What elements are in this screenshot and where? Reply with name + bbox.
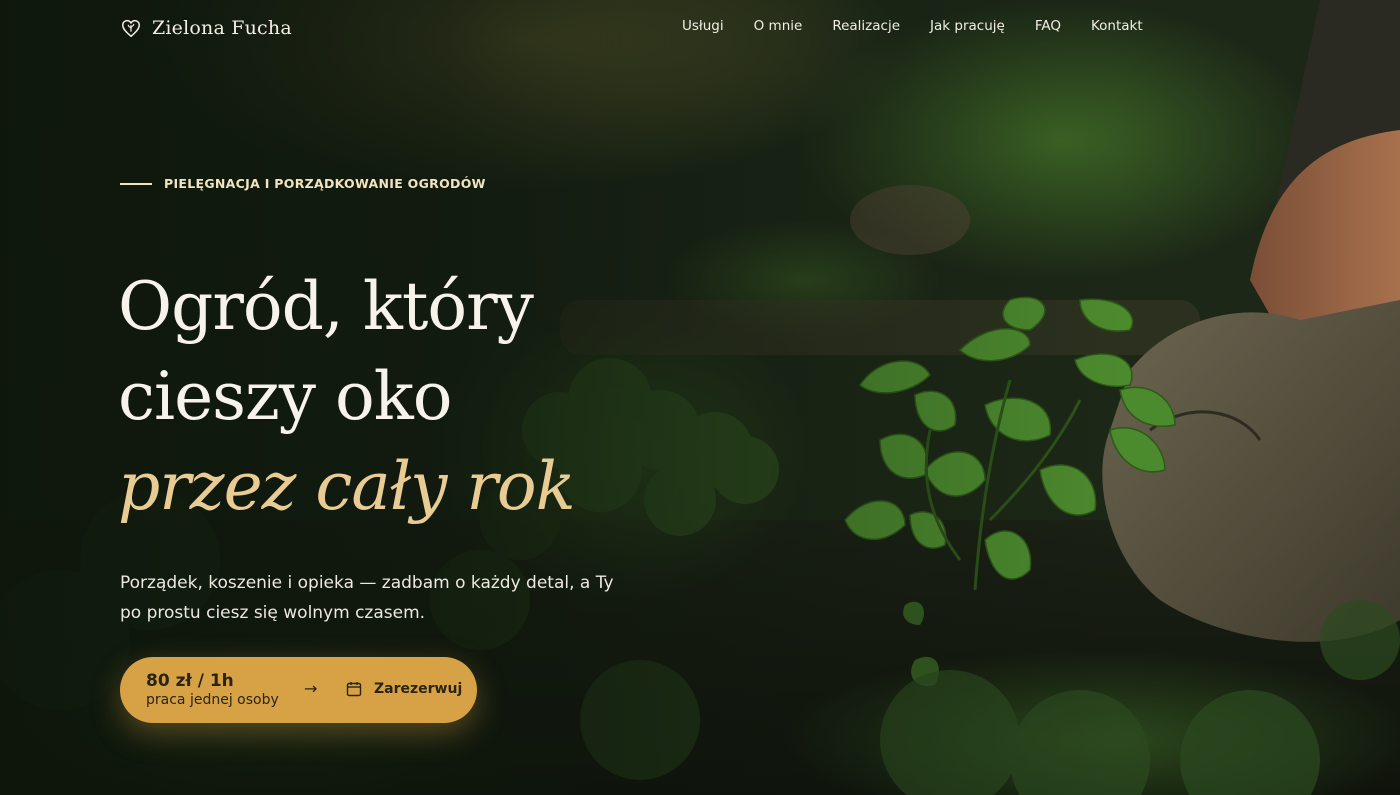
nav-link-faq[interactable]: FAQ	[1035, 18, 1061, 34]
nav-link-o-mnie[interactable]: O mnie	[754, 18, 803, 34]
price-value: 80 zł / 1h	[146, 671, 234, 691]
headline-line-3-accent: przez cały rok	[118, 448, 576, 525]
main-navigation: Usługi O mnie Realizacje Jak pracuję FAQ…	[682, 18, 1143, 34]
nav-link-uslugi[interactable]: Usługi	[682, 18, 724, 34]
brand-logo-link[interactable]: Zielona Fucha	[120, 14, 292, 42]
nav-link-jak-pracuje[interactable]: Jak pracuję	[930, 18, 1005, 34]
book-button-label: Zarezerwuj	[374, 681, 463, 697]
headline-line-2: cieszy oko	[118, 358, 453, 435]
arrow-right-icon: →	[304, 679, 318, 698]
kicker-line-decoration	[120, 182, 152, 185]
site-header: Zielona Fucha Usługi O mnie Realizacje J…	[0, 0, 1400, 56]
headline-line-1: Ogród, który	[118, 268, 534, 345]
price-note: praca jednej osoby	[146, 692, 279, 708]
kicker-text: PIELĘGNACJA I PORZĄDKOWANIE OGRODÓW	[164, 176, 486, 191]
hero-section: Zielona Fucha Usługi O mnie Realizacje J…	[0, 0, 1400, 795]
leaf-heart-icon	[122, 19, 140, 38]
book-now-button[interactable]: 80 zł / 1h praca jednej osoby → Zarezerw…	[120, 657, 477, 723]
hero-headline: Ogród, który cieszy oko przez cały rok	[118, 262, 576, 532]
calendar-icon	[346, 682, 362, 697]
nav-link-kontakt[interactable]: Kontakt	[1091, 18, 1143, 34]
hero-kicker: PIELĘGNACJA I PORZĄDKOWANIE OGRODÓW	[120, 176, 486, 191]
brand-name: Zielona Fucha	[152, 17, 292, 39]
hero-lead-text: Porządek, koszenie i opieka — zadbam o k…	[120, 573, 614, 623]
nav-link-realizacje[interactable]: Realizacje	[832, 18, 900, 34]
